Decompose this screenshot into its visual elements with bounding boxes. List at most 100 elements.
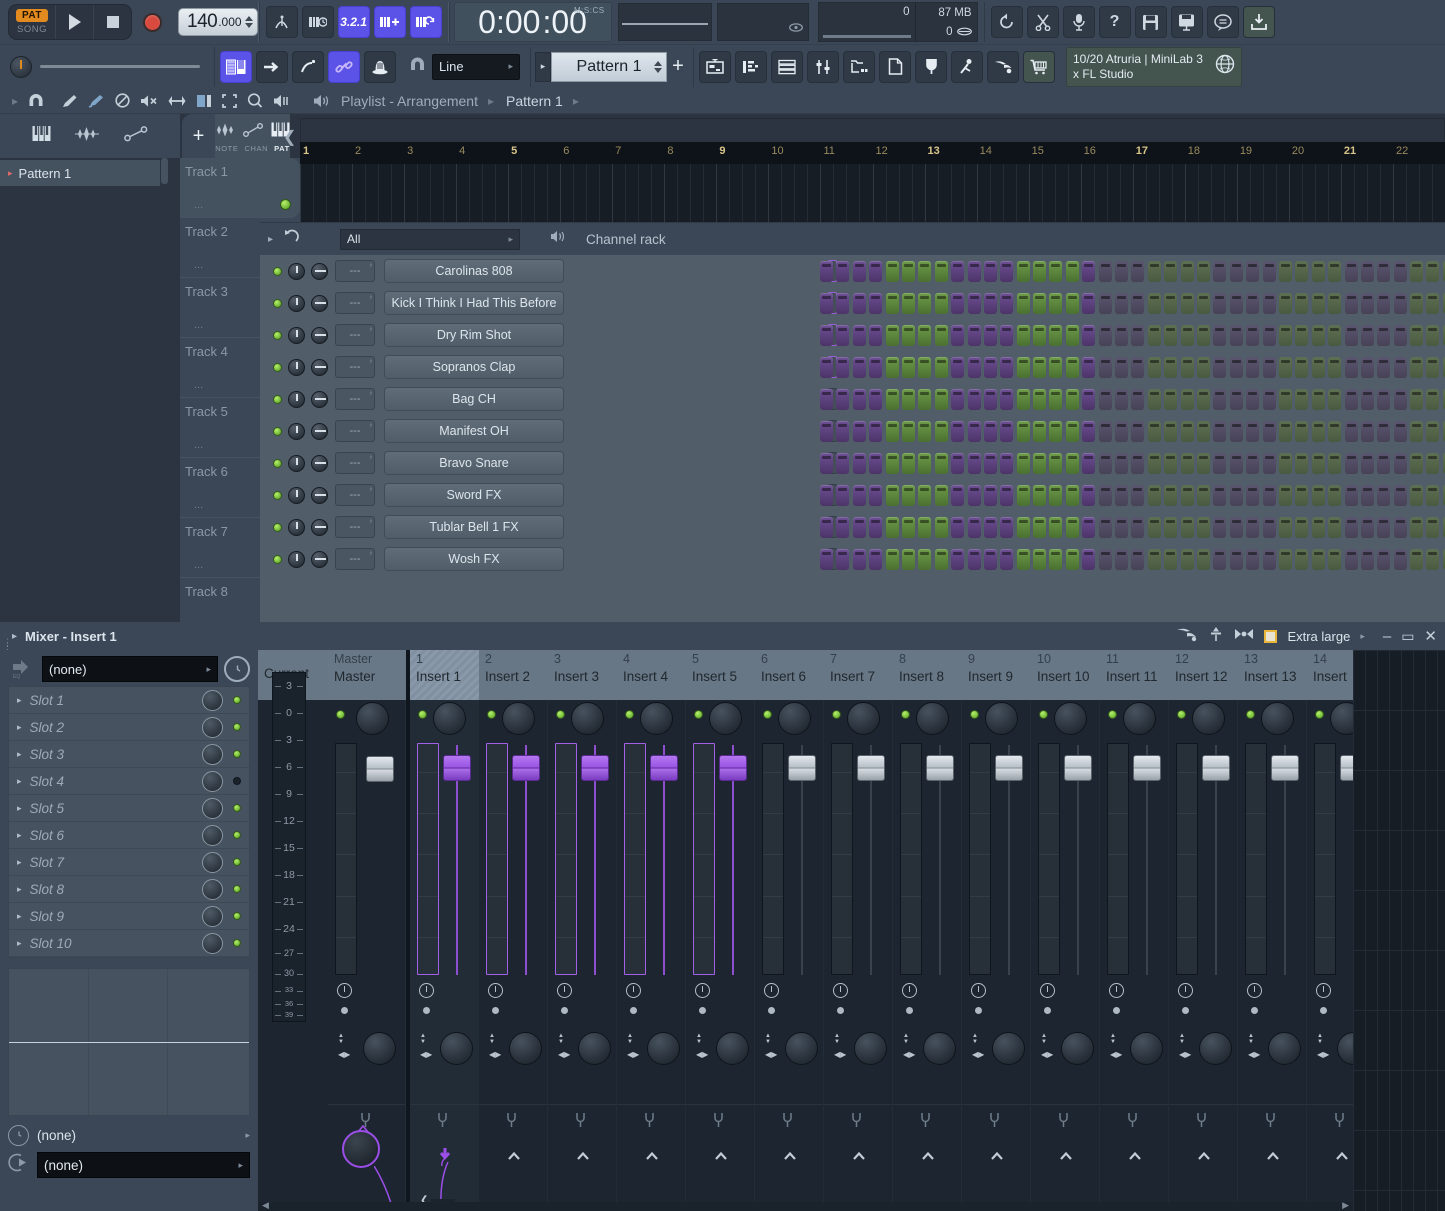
step-button[interactable] bbox=[1131, 421, 1144, 442]
pattern-list-item[interactable]: ▸Pattern 1 bbox=[0, 160, 160, 186]
mixer-strip-dot-icon[interactable] bbox=[423, 1007, 430, 1014]
step-button[interactable] bbox=[1181, 421, 1194, 442]
step-button[interactable] bbox=[1295, 485, 1308, 506]
step-button[interactable] bbox=[853, 293, 866, 314]
step-button[interactable] bbox=[1279, 389, 1292, 410]
step-button[interactable] bbox=[1246, 325, 1259, 346]
magnet-icon[interactable] bbox=[409, 57, 426, 77]
step-button[interactable] bbox=[1131, 261, 1144, 282]
mixer-strip-route-arrow[interactable] bbox=[1334, 1148, 1350, 1166]
step-button[interactable] bbox=[1197, 549, 1210, 570]
step-button[interactable] bbox=[1082, 453, 1095, 474]
step-button[interactable] bbox=[1197, 389, 1210, 410]
mixer-strip-enable-led[interactable] bbox=[763, 710, 772, 719]
mixer-strip-clock-icon[interactable] bbox=[1178, 983, 1193, 998]
step-button[interactable] bbox=[869, 357, 882, 378]
step-button[interactable] bbox=[1394, 517, 1407, 538]
mixer-strip-stereo-knob[interactable] bbox=[1199, 1032, 1232, 1065]
draw-icon[interactable] bbox=[62, 94, 78, 108]
eq-icon[interactable]: EQ bbox=[8, 659, 36, 679]
step-button[interactable] bbox=[951, 389, 964, 410]
step-button[interactable] bbox=[1263, 517, 1276, 538]
mixer-strip-dot-icon[interactable] bbox=[975, 1007, 982, 1014]
mixer-strip-header[interactable]: 4Insert 4 bbox=[617, 650, 686, 700]
step-button[interactable] bbox=[1377, 357, 1390, 378]
mixer-slot[interactable]: ▸Slot 1 bbox=[9, 687, 249, 714]
step-button[interactable] bbox=[902, 421, 915, 442]
step-button[interactable] bbox=[1017, 517, 1030, 538]
mixer-strip-route-arrow[interactable] bbox=[782, 1148, 798, 1166]
mixer-strip-plug-icon[interactable] bbox=[1264, 1112, 1277, 1133]
mixer-strip-fader[interactable] bbox=[1202, 755, 1230, 781]
step-button[interactable] bbox=[1131, 517, 1144, 538]
step-button[interactable] bbox=[1066, 549, 1079, 570]
step-button[interactable] bbox=[1328, 261, 1341, 282]
step-button[interactable] bbox=[1181, 357, 1194, 378]
slot-mix-knob[interactable] bbox=[202, 717, 223, 738]
step-button[interactable] bbox=[902, 293, 915, 314]
step-button[interactable] bbox=[1213, 485, 1226, 506]
note-tab-icon[interactable] bbox=[215, 123, 235, 142]
mixer-strip-enable-led[interactable] bbox=[487, 710, 496, 719]
output-dropdown[interactable]: (none) ▸ bbox=[37, 1152, 250, 1178]
step-button[interactable] bbox=[1394, 485, 1407, 506]
step-button[interactable] bbox=[1082, 389, 1095, 410]
slot-enable-led[interactable] bbox=[233, 885, 241, 893]
step-button[interactable] bbox=[1099, 357, 1112, 378]
step-button[interactable] bbox=[951, 485, 964, 506]
mixer-strip-route-arrow[interactable] bbox=[989, 1148, 1005, 1166]
channel-filter-select[interactable]: All ▸ bbox=[340, 229, 520, 250]
step-button[interactable] bbox=[1345, 421, 1358, 442]
tab-label-note[interactable]: NOTE bbox=[215, 144, 238, 153]
step-button[interactable] bbox=[869, 325, 882, 346]
output-route-icon[interactable] bbox=[8, 1152, 29, 1178]
mixer-strip-stereo-knob[interactable] bbox=[992, 1032, 1025, 1065]
step-button[interactable] bbox=[1263, 389, 1276, 410]
tempo-spinner[interactable] bbox=[245, 16, 253, 28]
step-button[interactable] bbox=[1312, 549, 1325, 570]
mixer-strip-route-arrow[interactable] bbox=[920, 1148, 936, 1166]
step-button[interactable] bbox=[1312, 453, 1325, 474]
step-button[interactable] bbox=[1328, 517, 1341, 538]
play-button[interactable] bbox=[55, 4, 93, 40]
slot-enable-led[interactable] bbox=[233, 831, 241, 839]
master-volume-slider[interactable] bbox=[40, 65, 200, 68]
step-button[interactable] bbox=[1230, 549, 1243, 570]
mixer-strip-dot-icon[interactable] bbox=[1113, 1007, 1120, 1014]
step-button[interactable] bbox=[1066, 293, 1079, 314]
step-button[interactable] bbox=[1000, 357, 1013, 378]
oscilloscope-display[interactable] bbox=[618, 3, 712, 41]
step-button[interactable] bbox=[968, 453, 981, 474]
step-button[interactable] bbox=[836, 421, 849, 442]
step-button[interactable] bbox=[1394, 261, 1407, 282]
step-button[interactable] bbox=[1017, 357, 1030, 378]
plugin-picker-icon[interactable] bbox=[951, 51, 983, 83]
step-button[interactable] bbox=[1345, 389, 1358, 410]
step-button[interactable] bbox=[853, 325, 866, 346]
channel-volume-knob[interactable] bbox=[288, 327, 305, 344]
step-button[interactable] bbox=[1082, 325, 1095, 346]
channel-pan-knob[interactable] bbox=[311, 423, 328, 440]
step-button[interactable] bbox=[1426, 549, 1439, 570]
step-button[interactable] bbox=[1197, 485, 1210, 506]
mixer-strip-stereo-icon[interactable]: ◀▶ bbox=[489, 1049, 501, 1060]
step-button[interactable] bbox=[1082, 421, 1095, 442]
select-icon[interactable] bbox=[222, 94, 237, 108]
mixer-strip-stereo-icon[interactable]: ◀▶ bbox=[972, 1049, 984, 1060]
mixer-horizontal-scrollbar[interactable]: ◀ ▶ bbox=[258, 1202, 1353, 1211]
playlist-ruler[interactable]: 12345678910111213141516171819202122 bbox=[300, 142, 1445, 164]
mixer-strip-stereo-icon[interactable]: ◀▶ bbox=[1110, 1049, 1122, 1060]
step-button[interactable] bbox=[886, 421, 899, 442]
step-button[interactable] bbox=[968, 549, 981, 570]
channel-mute-led[interactable] bbox=[273, 363, 282, 372]
step-button[interactable] bbox=[1410, 485, 1423, 506]
channel-name-button[interactable]: Wosh FX bbox=[384, 547, 564, 571]
step-button[interactable] bbox=[1164, 549, 1177, 570]
step-button[interactable] bbox=[1246, 453, 1259, 474]
step-button[interactable] bbox=[820, 261, 833, 282]
step-button[interactable] bbox=[918, 421, 931, 442]
slot-enable-led[interactable] bbox=[233, 750, 241, 758]
mixer-strip-swap-icon[interactable]: ▲▼ bbox=[420, 1033, 426, 1045]
step-button[interactable] bbox=[1164, 325, 1177, 346]
help-icon[interactable]: ? bbox=[1099, 6, 1131, 38]
